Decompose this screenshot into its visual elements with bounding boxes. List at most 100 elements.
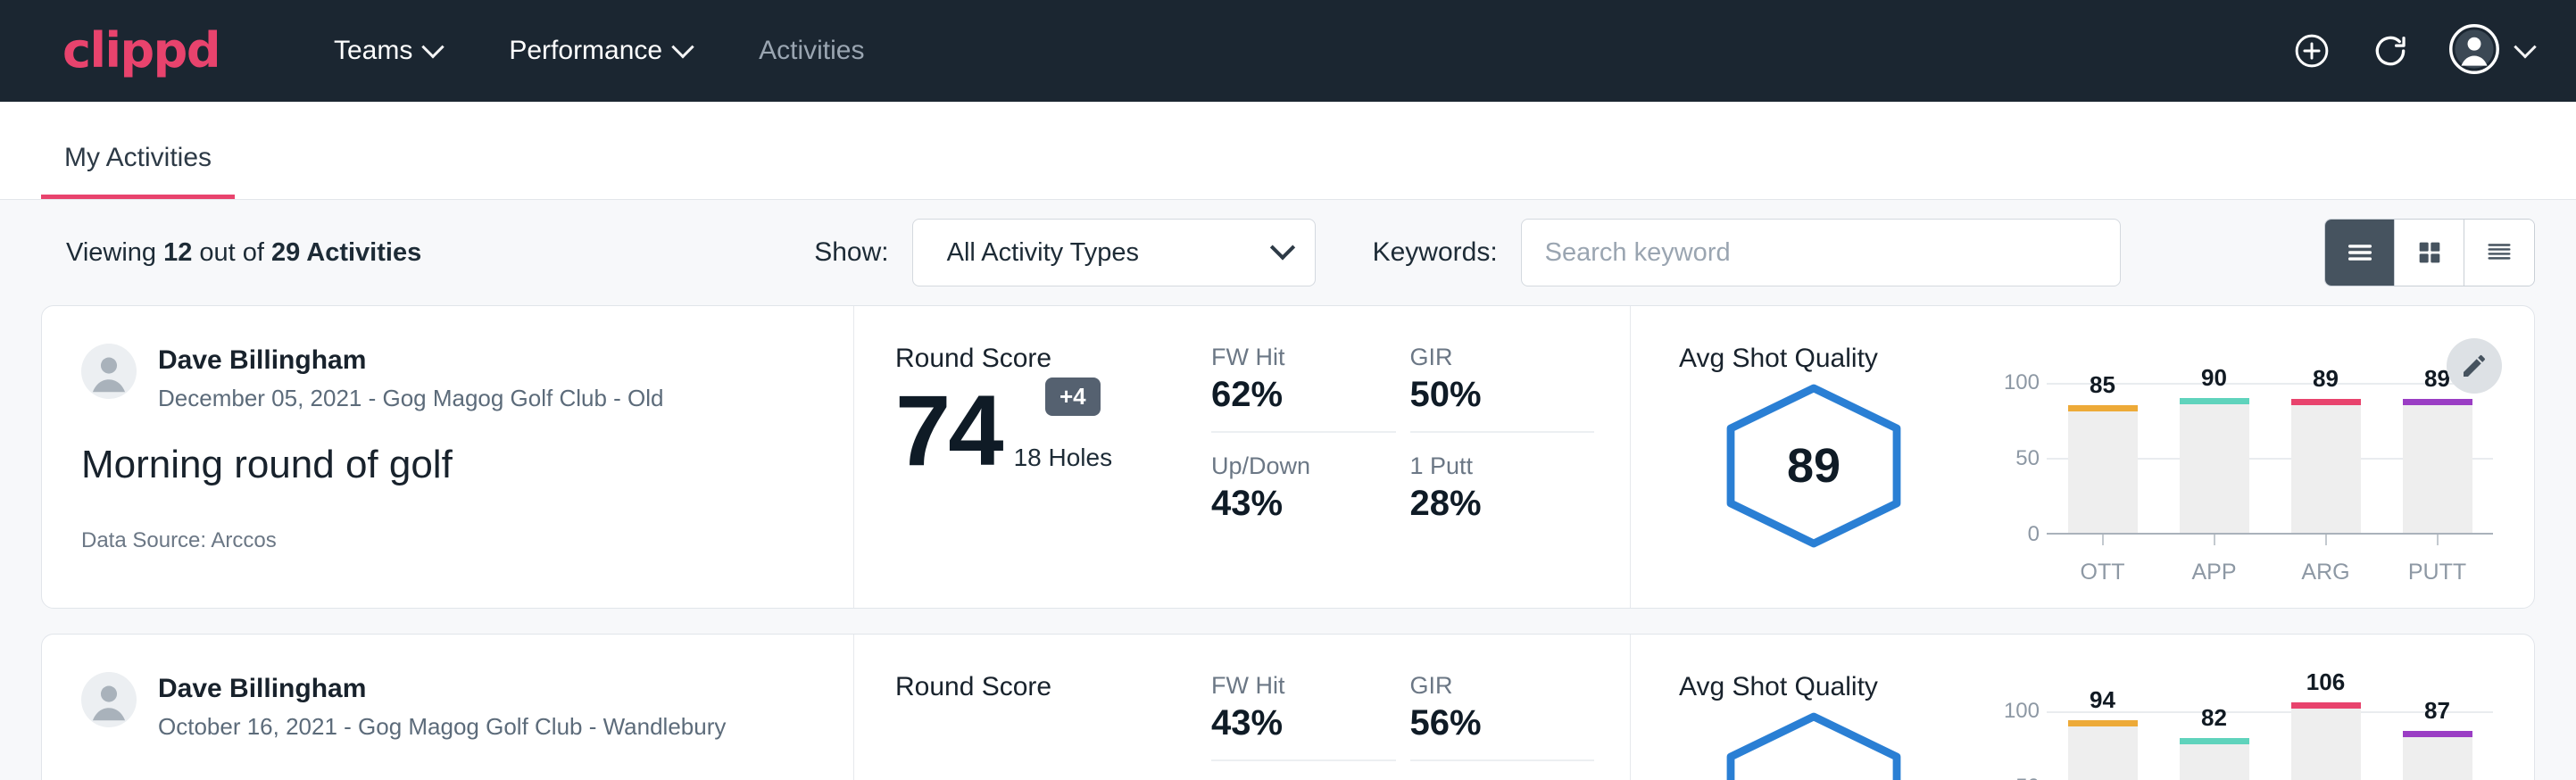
round-stats-grid: FW Hit 62% GIR 50% Up/Down 43% 1 Putt 28… — [1211, 306, 1631, 608]
activity-type-filter: Show: All Activity Types — [814, 219, 1315, 286]
bar-cap-putt — [2403, 399, 2472, 405]
keyword-filter: Keywords: — [1373, 219, 2121, 286]
activity-data-source: Data Source: Arccos — [81, 528, 810, 553]
activity-card[interactable]: Dave Billingham October 16, 2021 - Gog M… — [41, 634, 2535, 780]
shot-quality-hexagon: 89 — [1720, 383, 1907, 549]
chart-x-labels: OTT APP ARG PUTT — [2047, 560, 2493, 585]
activity-card[interactable]: Dave Billingham December 05, 2021 - Gog … — [41, 305, 2535, 609]
round-score-value: 74 — [895, 381, 1001, 481]
filter-toolbar: Viewing 12 out of 29 Activities Show: Al… — [0, 200, 2576, 305]
shot-quality-value: 89 — [1720, 383, 1907, 549]
x-tick-putt — [2403, 535, 2472, 545]
x-tick-arg — [2291, 535, 2361, 545]
account-avatar-icon — [2449, 24, 2499, 79]
y-tick-0: 0 — [2028, 522, 2040, 547]
page-tabs: My Activities — [0, 102, 2576, 200]
bar-cap-putt — [2403, 731, 2472, 737]
tab-my-activities-label: My Activities — [64, 143, 212, 172]
nav-actions — [2292, 24, 2533, 79]
chart-plot-area: 94 82 — [2047, 711, 2493, 780]
activity-type-value: All Activity Types — [947, 238, 1139, 268]
stat-gir-value: 56% — [1410, 703, 1574, 743]
bar-putt: 87 — [2403, 711, 2472, 780]
nav-item-performance-label: Performance — [509, 36, 662, 66]
show-label: Show: — [814, 237, 888, 268]
activity-type-select[interactable]: All Activity Types — [912, 219, 1316, 286]
chart-y-axis: 100 50 0 — [1984, 383, 2047, 535]
round-score-label: Round Score — [895, 672, 1211, 702]
chevron-down-icon — [671, 36, 694, 58]
x-label-ott: OTT — [2068, 560, 2138, 585]
y-tick-100: 100 — [2004, 370, 2040, 395]
bar-value-arg: 106 — [2291, 668, 2361, 696]
add-circle-icon[interactable] — [2292, 31, 2331, 71]
nav-item-performance[interactable]: Performance — [475, 36, 725, 66]
grid-view-button[interactable] — [2395, 220, 2464, 286]
keywords-label: Keywords: — [1373, 237, 1498, 268]
stat-fw-hit-value: 43% — [1211, 703, 1375, 743]
stat-up-down: Up/Down 43% — [1211, 452, 1396, 524]
primary-nav: Teams Performance Activities — [300, 36, 898, 66]
nav-item-activities[interactable]: Activities — [725, 36, 898, 66]
bar-app: 90 — [2180, 383, 2249, 533]
stat-one-putt-value: 28% — [1410, 484, 1574, 524]
view-mode-toggle — [2324, 219, 2535, 286]
activity-meta: December 05, 2021 - Gog Magog Golf Club … — [158, 385, 664, 412]
activity-author-name: Dave Billingham — [158, 344, 664, 378]
edit-activity-button[interactable] — [2447, 338, 2502, 394]
x-tick-app — [2180, 535, 2249, 545]
stat-gir-label: GIR — [1410, 344, 1574, 371]
refresh-icon[interactable] — [2371, 31, 2410, 71]
bar-cap-arg — [2291, 702, 2361, 709]
stat-gir: GIR 56% — [1410, 672, 1595, 761]
bar-ott: 94 — [2068, 711, 2138, 780]
bar-app: 82 — [2180, 711, 2249, 780]
results-count: Viewing 12 out of 29 Activities — [66, 238, 421, 268]
avatar — [81, 672, 137, 727]
bar-value-arg: 89 — [2291, 365, 2361, 393]
chart-bars: 94 82 — [2047, 711, 2493, 780]
y-tick-50: 50 — [2015, 775, 2040, 780]
bar-arg: 89 — [2291, 383, 2361, 533]
shot-quality-hexagon — [1720, 711, 1907, 780]
results-count-prefix: Viewing — [66, 238, 163, 267]
stat-fw-hit-label: FW Hit — [1211, 344, 1375, 371]
bar-putt: 89 — [2403, 383, 2472, 533]
score-differential-badge: +4 — [1045, 378, 1101, 416]
round-score-block: Round Score — [854, 635, 1211, 780]
account-menu[interactable] — [2449, 24, 2533, 79]
tab-my-activities[interactable]: My Activities — [41, 143, 235, 199]
list-view-button[interactable] — [2325, 220, 2395, 286]
app-logo[interactable]: clippd — [62, 27, 220, 75]
search-input[interactable] — [1521, 219, 2121, 286]
stat-fw-hit: FW Hit 62% — [1211, 344, 1396, 433]
x-label-putt: PUTT — [2403, 560, 2472, 585]
nav-item-teams-label: Teams — [334, 36, 412, 66]
activity-author: Dave Billingham December 05, 2021 - Gog … — [81, 344, 810, 412]
bar-value-ott: 85 — [2068, 371, 2138, 399]
results-count-total: 29 Activities — [271, 238, 421, 267]
stat-fw-hit-value: 62% — [1211, 375, 1375, 415]
shot-quality-bar-chart: 100 50 0 85 — [1984, 383, 2493, 585]
stat-one-putt: 1 Putt 28% — [1410, 452, 1595, 524]
chart-bars: 85 90 — [2047, 383, 2493, 533]
x-tick-ott — [2068, 535, 2138, 545]
chevron-down-icon — [1269, 235, 1294, 260]
nav-item-activities-label: Activities — [759, 36, 864, 66]
holes-played: 18 Holes — [1014, 444, 1113, 472]
round-score-label: Round Score — [895, 344, 1211, 374]
results-count-showing: 12 — [163, 238, 192, 267]
stat-gir: GIR 50% — [1410, 344, 1595, 433]
activity-list: Dave Billingham December 05, 2021 - Gog … — [0, 305, 2576, 780]
nav-item-teams[interactable]: Teams — [300, 36, 475, 66]
activity-title: Morning round of golf — [81, 443, 810, 487]
chart-y-axis: 100 50 0 — [1984, 711, 2047, 780]
bar-value-app: 90 — [2180, 364, 2249, 392]
activity-meta: October 16, 2021 - Gog Magog Golf Club -… — [158, 713, 726, 741]
x-label-arg: ARG — [2291, 560, 2361, 585]
chart-plot-area: 85 90 — [2047, 383, 2493, 535]
bar-cap-app — [2180, 398, 2249, 404]
bar-value-ott: 94 — [2068, 686, 2138, 714]
chevron-down-icon — [422, 36, 445, 58]
compact-view-button[interactable] — [2464, 220, 2534, 286]
